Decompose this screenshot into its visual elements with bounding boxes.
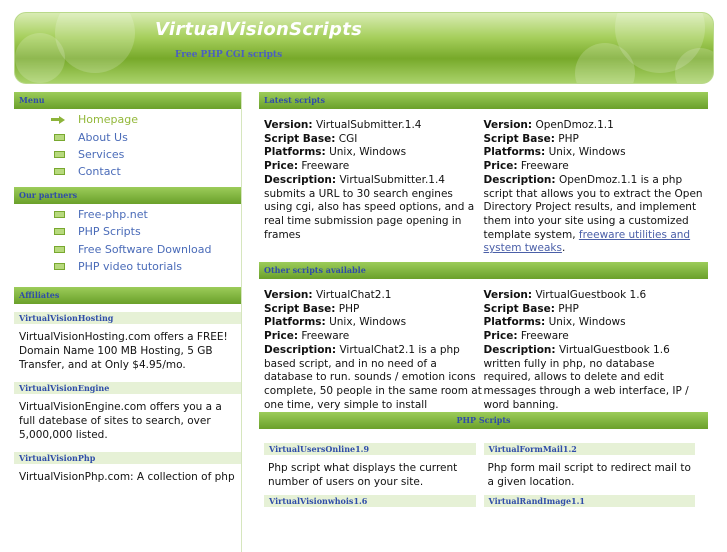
- partner-label[interactable]: PHP Scripts: [78, 225, 141, 238]
- price-value: Freeware: [301, 330, 350, 343]
- menu-heading: Menu: [14, 92, 241, 109]
- version-label: Version:: [264, 289, 313, 302]
- version-value: OpenDmoz.1.1: [535, 119, 614, 131]
- platforms-label: Platforms:: [483, 146, 546, 159]
- base-value: PHP: [338, 302, 360, 315]
- price-value: Freeware: [301, 160, 350, 173]
- script-entry: Version: VirtualChat2.1 Script Base: PHP…: [264, 289, 484, 412]
- platforms-label: Platforms:: [264, 146, 326, 159]
- version-label: Version:: [483, 289, 533, 302]
- menu-item-label[interactable]: Services: [78, 148, 124, 161]
- menu-item-services[interactable]: Services: [14, 146, 241, 163]
- platforms-value: Unix, Windows: [329, 316, 407, 329]
- php-scripts-row: VirtualVisionwhois1.6 VirtualRandImage1.…: [259, 495, 708, 508]
- bullet-icon: [54, 168, 65, 176]
- php-script-description: Php form mail script to redirect mail to…: [487, 462, 691, 489]
- base-value: PHP: [558, 302, 579, 315]
- site-header: VirtualVisionScripts Free PHP CGI script…: [14, 12, 714, 84]
- affiliate-name[interactable]: VirtualVisionHosting: [14, 312, 241, 325]
- affiliate-name[interactable]: VirtualVisionPhp: [14, 452, 241, 465]
- menu-item-label[interactable]: Contact: [78, 165, 121, 178]
- partner-label[interactable]: PHP video tutorials: [78, 260, 182, 273]
- site-title[interactable]: VirtualVisionScripts: [155, 19, 362, 40]
- description-label: Description:: [264, 343, 337, 356]
- latest-scripts: Version: VirtualSubmitter.1.4 Script Bas…: [259, 109, 708, 256]
- php-script-card: VirtualRandImage1.1: [483, 495, 704, 508]
- description-label: Description:: [264, 173, 337, 186]
- php-script-name[interactable]: VirtualRandImage1.1: [483, 495, 695, 508]
- main-menu: Homepage About Us Services Contact: [14, 109, 241, 187]
- script-entry: Version: OpenDmoz.1.1 Script Base: PHP P…: [484, 119, 704, 256]
- platforms-value: Unix, Windows: [548, 146, 626, 159]
- description-label: Description:: [483, 173, 556, 186]
- other-scripts-heading: Other scripts available: [259, 262, 708, 280]
- partner-link-php-video[interactable]: PHP video tutorials: [14, 258, 241, 275]
- partner-link-php-scripts[interactable]: PHP Scripts: [14, 223, 241, 240]
- version-value: VirtualGuestbook 1.6: [535, 289, 647, 302]
- partner-label[interactable]: Free-php.net: [78, 208, 148, 221]
- base-label: Script Base:: [483, 132, 555, 145]
- affiliate-description: VirtualVisionEngine.com offers you a a f…: [19, 401, 222, 442]
- price-value: Freeware: [520, 330, 569, 343]
- arrow-icon: [51, 115, 65, 124]
- price-label: Price:: [264, 160, 299, 173]
- partner-link-free-software[interactable]: Free Software Download: [14, 240, 241, 257]
- bullet-icon: [54, 228, 65, 236]
- bullet-icon: [54, 133, 65, 141]
- php-scripts-row: VirtualUsersOnline1.9 Php script what di…: [259, 443, 708, 495]
- price-value: Freeware: [520, 160, 569, 173]
- menu-item-contact[interactable]: Contact: [14, 163, 241, 180]
- price-label: Price:: [483, 330, 518, 343]
- php-script-card: VirtualVisionwhois1.6: [264, 495, 484, 508]
- price-label: Price:: [483, 160, 518, 173]
- affiliate-description: VirtualVisionHosting.com offers a FREE! …: [19, 331, 228, 372]
- site-subtitle: Free PHP CGI scripts: [175, 50, 283, 60]
- base-label: Script Base:: [264, 132, 336, 145]
- php-script-name[interactable]: VirtualVisionwhois1.6: [264, 495, 476, 508]
- base-value: CGI: [338, 132, 358, 145]
- php-script-name[interactable]: VirtualFormMail1.2: [483, 443, 695, 456]
- menu-item-homepage[interactable]: Homepage: [14, 111, 241, 128]
- main-content: Latest scripts Version: VirtualSubmitter…: [259, 92, 708, 508]
- version-value: VirtualChat2.1: [315, 289, 392, 302]
- version-value: VirtualSubmitter.1.4: [315, 119, 422, 131]
- description-label: Description:: [483, 343, 556, 356]
- punctuation: .: [561, 242, 566, 255]
- platforms-value: Unix, Windows: [548, 316, 626, 329]
- latest-scripts-heading: Latest scripts: [259, 92, 708, 109]
- platforms-label: Platforms:: [264, 316, 326, 329]
- partners-heading: Our partners: [14, 186, 241, 204]
- version-label: Version:: [264, 119, 313, 131]
- php-scripts-heading: PHP Scripts: [259, 412, 708, 430]
- base-label: Script Base:: [483, 302, 555, 315]
- menu-item-label[interactable]: About Us: [78, 131, 128, 144]
- sidebar: Menu Homepage About Us Services Contact …: [14, 92, 242, 552]
- menu-item-about-us[interactable]: About Us: [14, 128, 241, 145]
- other-scripts: Version: VirtualChat2.1 Script Base: PHP…: [259, 279, 708, 412]
- php-script-name[interactable]: VirtualUsersOnline1.9: [264, 443, 476, 456]
- affiliates-heading: Affiliates: [14, 287, 241, 305]
- affiliate-description: VirtualVisionPhp.com: A collection of ph…: [19, 471, 235, 484]
- bullet-icon: [54, 262, 65, 270]
- script-entry: Version: VirtualGuestbook 1.6 Script Bas…: [484, 289, 704, 412]
- menu-item-label[interactable]: Homepage: [78, 113, 138, 126]
- partner-link-free-php[interactable]: Free-php.net: [14, 206, 241, 223]
- php-script-card: VirtualUsersOnline1.9 Php script what di…: [264, 443, 484, 495]
- script-entry: Version: VirtualSubmitter.1.4 Script Bas…: [264, 119, 484, 256]
- bullet-icon: [54, 210, 65, 218]
- affiliate-name[interactable]: VirtualVisionEngine: [14, 382, 241, 395]
- partners-list: Free-php.net PHP Scripts Free Software D…: [14, 204, 241, 282]
- partner-label[interactable]: Free Software Download: [78, 243, 212, 256]
- php-script-card: VirtualFormMail1.2 Php form mail script …: [483, 443, 704, 495]
- base-label: Script Base:: [264, 302, 336, 315]
- price-label: Price:: [264, 330, 299, 343]
- version-label: Version:: [483, 119, 533, 131]
- base-value: PHP: [558, 132, 579, 145]
- bullet-icon: [54, 150, 65, 158]
- platforms-value: Unix, Windows: [329, 146, 407, 159]
- php-script-description: Php script what displays the current num…: [268, 462, 458, 489]
- platforms-label: Platforms:: [483, 316, 546, 329]
- bullet-icon: [54, 245, 65, 253]
